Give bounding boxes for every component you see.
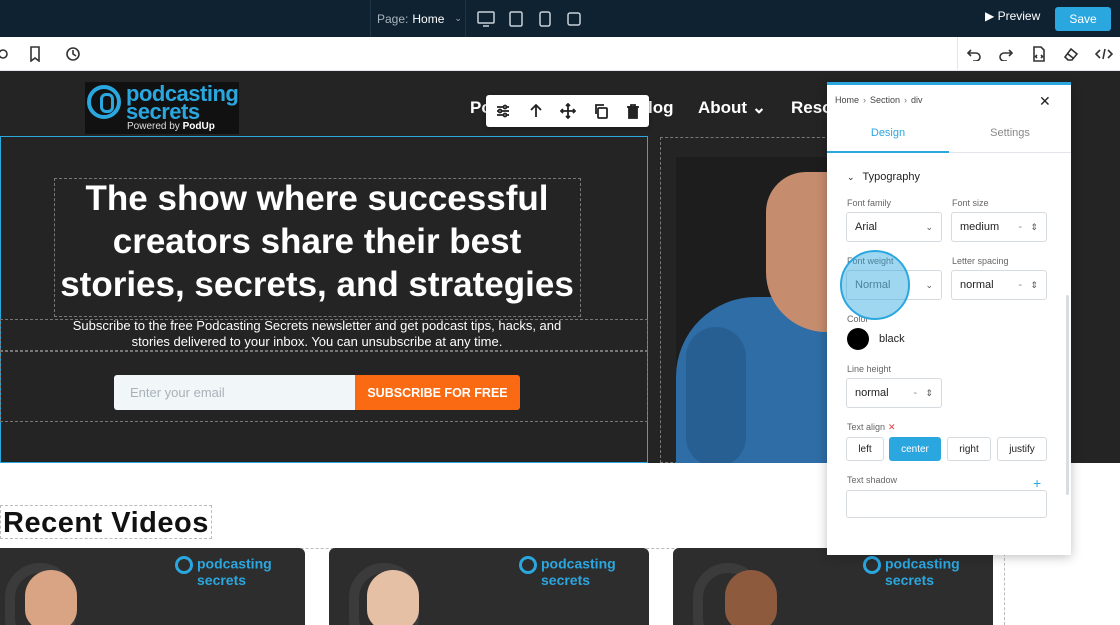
square-view-icon[interactable] (567, 0, 581, 37)
text-align-label: Text align ✕ (847, 422, 896, 432)
settings-icon[interactable] (0, 45, 12, 63)
breadcrumb-home[interactable]: Home (835, 95, 859, 105)
thumb-logo: podcasting secrets (519, 556, 616, 587)
mobile-view-icon[interactable] (539, 0, 551, 37)
video-thumbnail[interactable]: podcasting secrets (673, 548, 993, 625)
tab-settings[interactable]: Settings (949, 127, 1071, 139)
chevron-down-icon: ⌄ (925, 221, 933, 232)
align-right-button[interactable]: right (947, 437, 991, 461)
line-height-label: Line height (847, 364, 892, 374)
stepper-icon[interactable]: ⇕ (925, 388, 933, 399)
tab-design[interactable]: Design (827, 127, 949, 139)
video-thumbnail[interactable]: podcasting secrets (0, 548, 305, 625)
move-icon[interactable] (559, 102, 577, 120)
copy-icon[interactable] (592, 102, 610, 120)
stepper-icon[interactable]: ⇕ (1030, 280, 1038, 291)
chevron-down-icon: ⌄ (847, 172, 855, 182)
section-title[interactable]: Recent Videos (0, 505, 212, 539)
editor-toolbar (0, 37, 1120, 71)
microphone-icon (87, 85, 121, 119)
save-button[interactable]: Save (1055, 7, 1111, 31)
nav-item-blog[interactable]: log (648, 98, 674, 118)
desktop-view-icon[interactable] (477, 0, 495, 37)
line-height-input[interactable]: normal - ⇕ (846, 378, 942, 408)
align-justify-button[interactable]: justify (997, 437, 1047, 461)
redo-icon[interactable] (997, 45, 1015, 63)
align-left-button[interactable]: left (846, 437, 884, 461)
font-family-select[interactable]: Arial ⌄ (846, 212, 942, 242)
click-indicator (840, 250, 910, 320)
host-photo[interactable] (676, 157, 828, 463)
breadcrumb-section[interactable]: Section (870, 95, 900, 105)
text-shadow-field[interactable] (846, 490, 1047, 518)
panel-tabs: Design Settings (827, 115, 1071, 153)
trash-icon[interactable] (624, 102, 642, 120)
thumb-logo: podcasting secrets (863, 556, 960, 587)
letter-spacing-input[interactable]: normal - ⇕ (951, 270, 1047, 300)
font-size-label: Font size (952, 198, 989, 208)
code-view-icon[interactable] (1095, 45, 1113, 63)
history-icon[interactable] (64, 45, 82, 63)
thumb-logo: podcasting secrets (175, 556, 272, 587)
page-value: Home (412, 11, 445, 26)
letter-spacing-label: Letter spacing (952, 256, 1009, 266)
clear-icon[interactable]: ✕ (888, 422, 896, 432)
page-selector[interactable]: Page: Home ⌄ (370, 0, 466, 37)
arrow-up-icon[interactable] (527, 102, 545, 120)
align-center-button[interactable]: center (889, 437, 941, 461)
add-icon[interactable]: + (1033, 475, 1041, 491)
video-thumbnail[interactable]: podcasting secrets (329, 548, 649, 625)
chevron-down-icon: ⌄ (925, 279, 933, 290)
stepper-icon[interactable]: ⇕ (1030, 222, 1038, 233)
typography-section-header[interactable]: ⌄ Typography (847, 171, 920, 183)
undo-icon[interactable] (965, 45, 983, 63)
subscribe-button[interactable]: SUBSCRIBE FOR FREE (355, 375, 520, 410)
site-logo[interactable]: podcasting secrets Powered by PodUp (85, 81, 239, 134)
code-file-icon[interactable] (1030, 45, 1048, 63)
breadcrumb: Home › Section › div (835, 95, 923, 105)
hero-subtitle[interactable]: Subscribe to the free Podcasting Secrets… (60, 318, 574, 350)
eraser-icon[interactable] (1062, 45, 1080, 63)
panel-scrollbar[interactable] (1066, 295, 1069, 495)
color-swatch[interactable] (847, 328, 869, 350)
font-size-input[interactable]: medium - ⇕ (951, 212, 1047, 242)
email-input[interactable]: Enter your email (114, 375, 356, 410)
page-label: Page: (377, 11, 409, 26)
design-panel: Home › Section › div ✕ Design Settings ⌄ Typo… (827, 82, 1071, 555)
color-value[interactable]: black (879, 333, 905, 345)
bookmark-icon[interactable] (26, 45, 44, 63)
preview-button[interactable]: ▶ Preview (985, 9, 1040, 23)
tablet-landscape-icon[interactable] (509, 0, 523, 37)
element-toolbar (486, 95, 649, 127)
nav-item-about[interactable]: About ⌄ (698, 98, 766, 118)
logo-powered: Powered by PodUp (127, 121, 215, 132)
font-family-label: Font family (847, 198, 892, 208)
sliders-icon[interactable] (494, 102, 512, 120)
text-shadow-label: Text shadow (847, 475, 898, 485)
close-icon[interactable]: ✕ (1039, 93, 1051, 110)
chevron-down-icon: ⌄ (454, 13, 462, 23)
breadcrumb-div[interactable]: div (911, 95, 923, 105)
hero-title[interactable]: The show where successful creators share… (54, 177, 580, 316)
top-bar: Page: Home ⌄ ▶ Preview Save (0, 0, 1120, 37)
